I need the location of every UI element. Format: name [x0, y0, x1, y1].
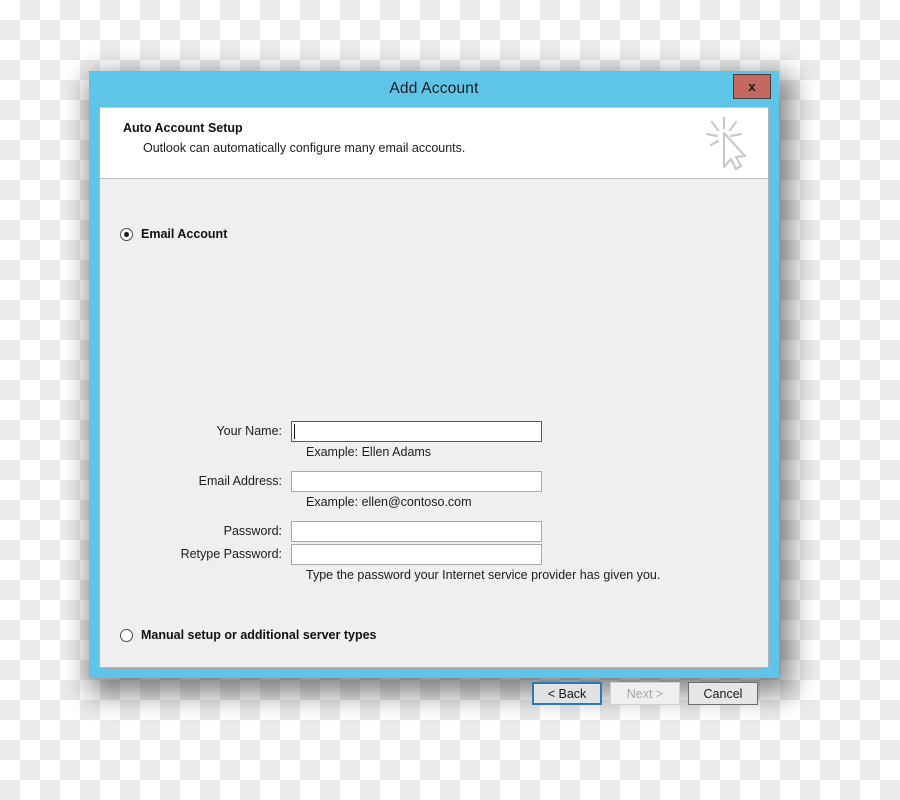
cancel-button[interactable]: Cancel: [688, 682, 758, 705]
password-label: Password:: [223, 524, 282, 538]
your-name-label: Your Name:: [216, 424, 282, 438]
radio-manual-setup[interactable]: Manual setup or additional server types: [120, 628, 376, 642]
header-band: Auto Account Setup Outlook can automatic…: [100, 108, 768, 179]
next-button[interactable]: Next >: [610, 682, 680, 705]
email-address-hint: Example: ellen@contoso.com: [306, 495, 472, 509]
field-row-password: Password:: [100, 521, 768, 542]
retype-password-label: Retype Password:: [180, 547, 282, 561]
field-row-email-address: Email Address:: [100, 471, 768, 492]
radio-email-account-mark: [120, 227, 133, 241]
your-name-hint: Example: Ellen Adams: [306, 445, 432, 459]
radio-manual-setup-mark: [120, 628, 133, 642]
email-address-input[interactable]: [291, 471, 542, 492]
dialog-body: Email Account Your Name: Example: Ellen …: [100, 179, 768, 705]
radio-manual-setup-label: Manual setup or additional server types: [141, 628, 377, 642]
window-title: Add Account: [389, 80, 479, 97]
close-button[interactable]: x: [733, 74, 771, 99]
password-input[interactable]: [291, 521, 542, 542]
password-hint: Type the password your Internet service …: [306, 568, 661, 582]
add-account-dialog: Add Account x Auto Account Setup Outlook…: [89, 71, 779, 705]
email-address-label: Email Address:: [198, 474, 282, 488]
field-row-retype-password: Retype Password:: [100, 544, 768, 565]
radio-email-account[interactable]: Email Account: [120, 227, 227, 241]
footer-divider: [106, 668, 762, 669]
text-caret: [294, 424, 295, 439]
page-subtitle: Outlook can automatically configure many…: [143, 141, 466, 155]
retype-password-input[interactable]: [291, 544, 542, 565]
footer-button-group: < Back Next > Cancel: [532, 682, 758, 705]
dialog-client-area: Auto Account Setup Outlook can automatic…: [99, 107, 769, 705]
field-row-your-name: Your Name:: [100, 421, 768, 442]
radio-email-account-label: Email Account: [141, 227, 228, 241]
title-bar: Add Account x: [99, 71, 771, 107]
back-button[interactable]: < Back: [532, 682, 602, 705]
mouse-pointer-click-icon: [702, 116, 748, 172]
page-title: Auto Account Setup: [123, 121, 243, 135]
your-name-input[interactable]: [291, 421, 542, 442]
